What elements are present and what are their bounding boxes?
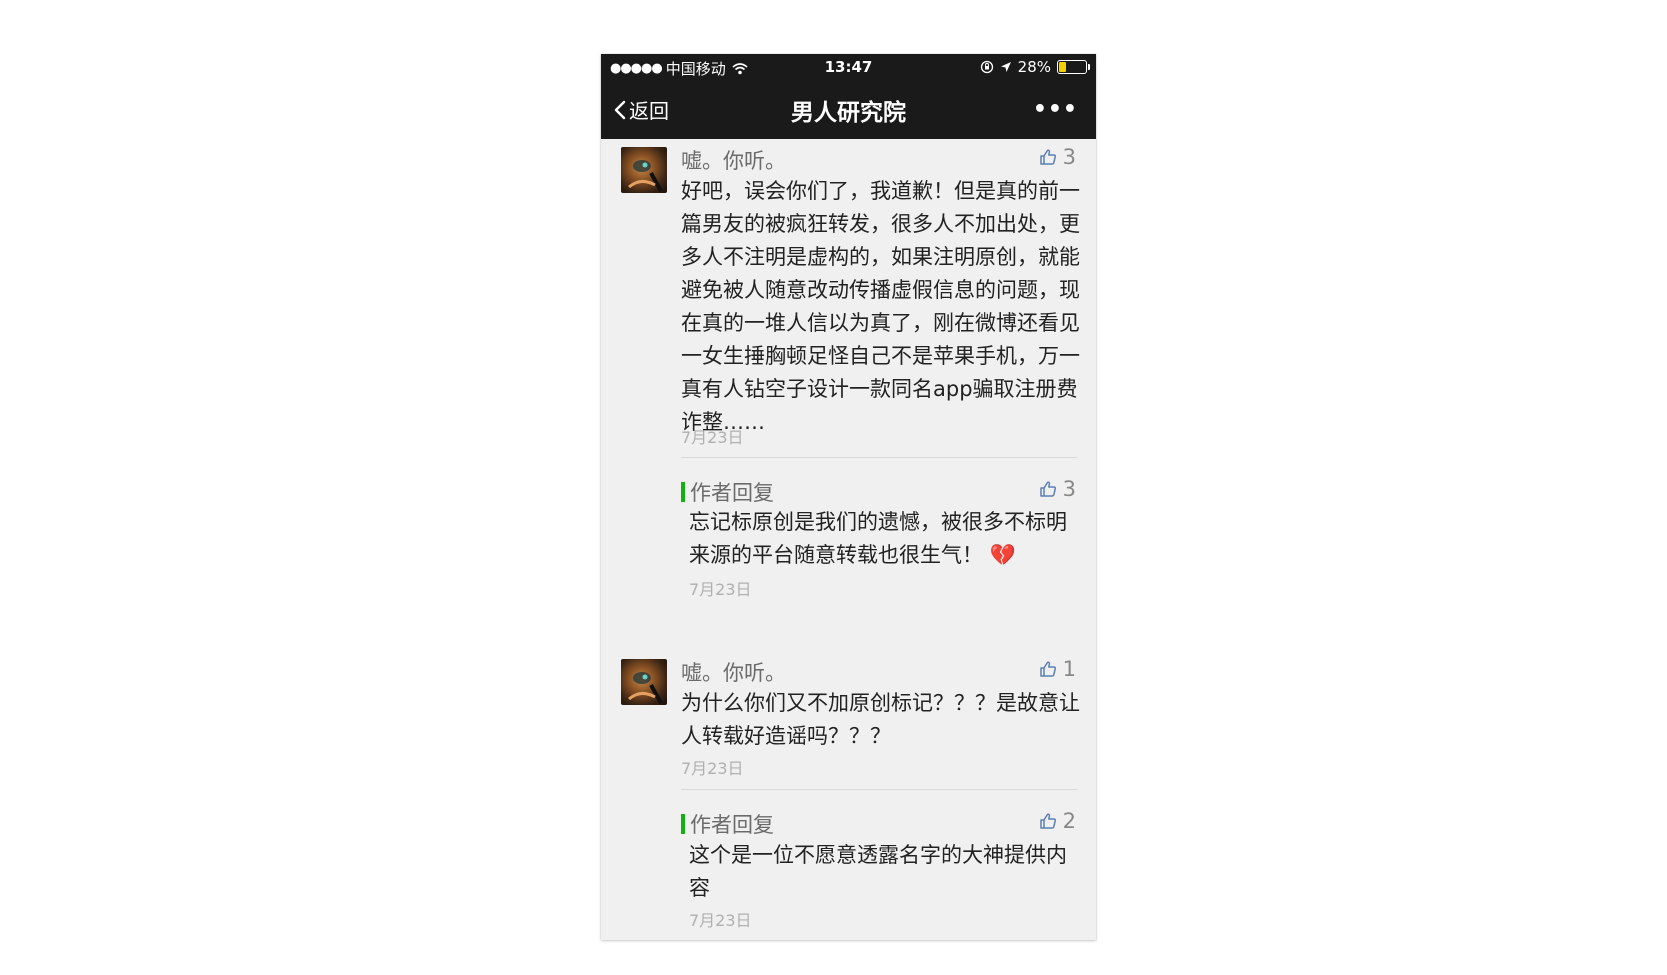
battery-level	[1059, 62, 1066, 72]
like-button[interactable]: 2	[1039, 809, 1076, 833]
more-options-button[interactable]: •••	[1033, 97, 1078, 122]
reply-marker	[681, 814, 685, 834]
author-reply-label: 作者回复	[681, 477, 774, 507]
broken-heart-emoji: 💔	[989, 543, 1016, 567]
status-bar: ●●●●● 中国移动 13:47 28%	[601, 54, 1096, 81]
like-button[interactable]: 1	[1039, 657, 1076, 681]
comment-text: 好吧，误会你们了，我道歉！但是真的前一篇男友的被疯狂转发，很多人不加出处，更多人…	[681, 179, 1080, 434]
location-arrow-icon	[1000, 62, 1011, 72]
battery-icon	[1057, 60, 1090, 74]
avatar[interactable]	[621, 147, 667, 193]
thumbs-up-icon	[1039, 149, 1056, 165]
comment-date: 7月23日	[681, 759, 744, 778]
reply-text: 这个是一位不愿意透露名字的大神提供内容	[689, 843, 1067, 900]
reply-date: 7月23日	[689, 580, 752, 599]
reply-marker	[681, 482, 685, 502]
phone-screen: ●●●●● 中国移动 13:47 28% 返回 男人研究院 ••• 嘘。你听。 …	[601, 54, 1096, 940]
like-button[interactable]: 3	[1039, 145, 1076, 169]
avatar[interactable]	[621, 659, 667, 705]
like-count: 2	[1062, 809, 1076, 833]
battery-percent: 28%	[1017, 58, 1051, 76]
orientation-lock-icon	[980, 60, 993, 74]
reply-label: 作者回复	[690, 481, 774, 505]
like-count: 3	[1062, 477, 1076, 501]
comment-text: 为什么你们又不加原创标记？？？是故意让人转载好造谣吗？？？	[681, 691, 1080, 748]
comment-list[interactable]: 嘘。你听。 3 好吧，误会你们了，我道歉！但是真的前一篇男友的被疯狂转发，很多人…	[601, 139, 1096, 940]
comment-author[interactable]: 嘘。你听。	[681, 657, 786, 687]
like-button[interactable]: 3	[1039, 477, 1076, 501]
avatar-image	[628, 672, 663, 704]
comment-author[interactable]: 嘘。你听。	[681, 145, 786, 175]
like-count: 1	[1062, 657, 1076, 681]
author-reply-label: 作者回复	[681, 809, 774, 839]
divider	[681, 789, 1077, 790]
thumbs-up-icon	[1039, 481, 1056, 497]
page-title: 男人研究院	[791, 100, 906, 126]
thumbs-up-icon	[1039, 813, 1056, 829]
reply-text-block: 忘记标原创是我们的遗憾，被很多不标明来源的平台随意转载也很生气！ 💔	[689, 506, 1079, 572]
divider	[681, 457, 1077, 458]
avatar-image	[628, 160, 663, 192]
nav-bar: 返回 男人研究院 •••	[601, 81, 1096, 139]
reply-date: 7月23日	[689, 911, 752, 930]
reply-label: 作者回复	[690, 813, 774, 837]
thumbs-up-icon	[1039, 661, 1056, 677]
like-count: 3	[1062, 145, 1076, 169]
comment-date: 7月23日	[681, 428, 744, 447]
